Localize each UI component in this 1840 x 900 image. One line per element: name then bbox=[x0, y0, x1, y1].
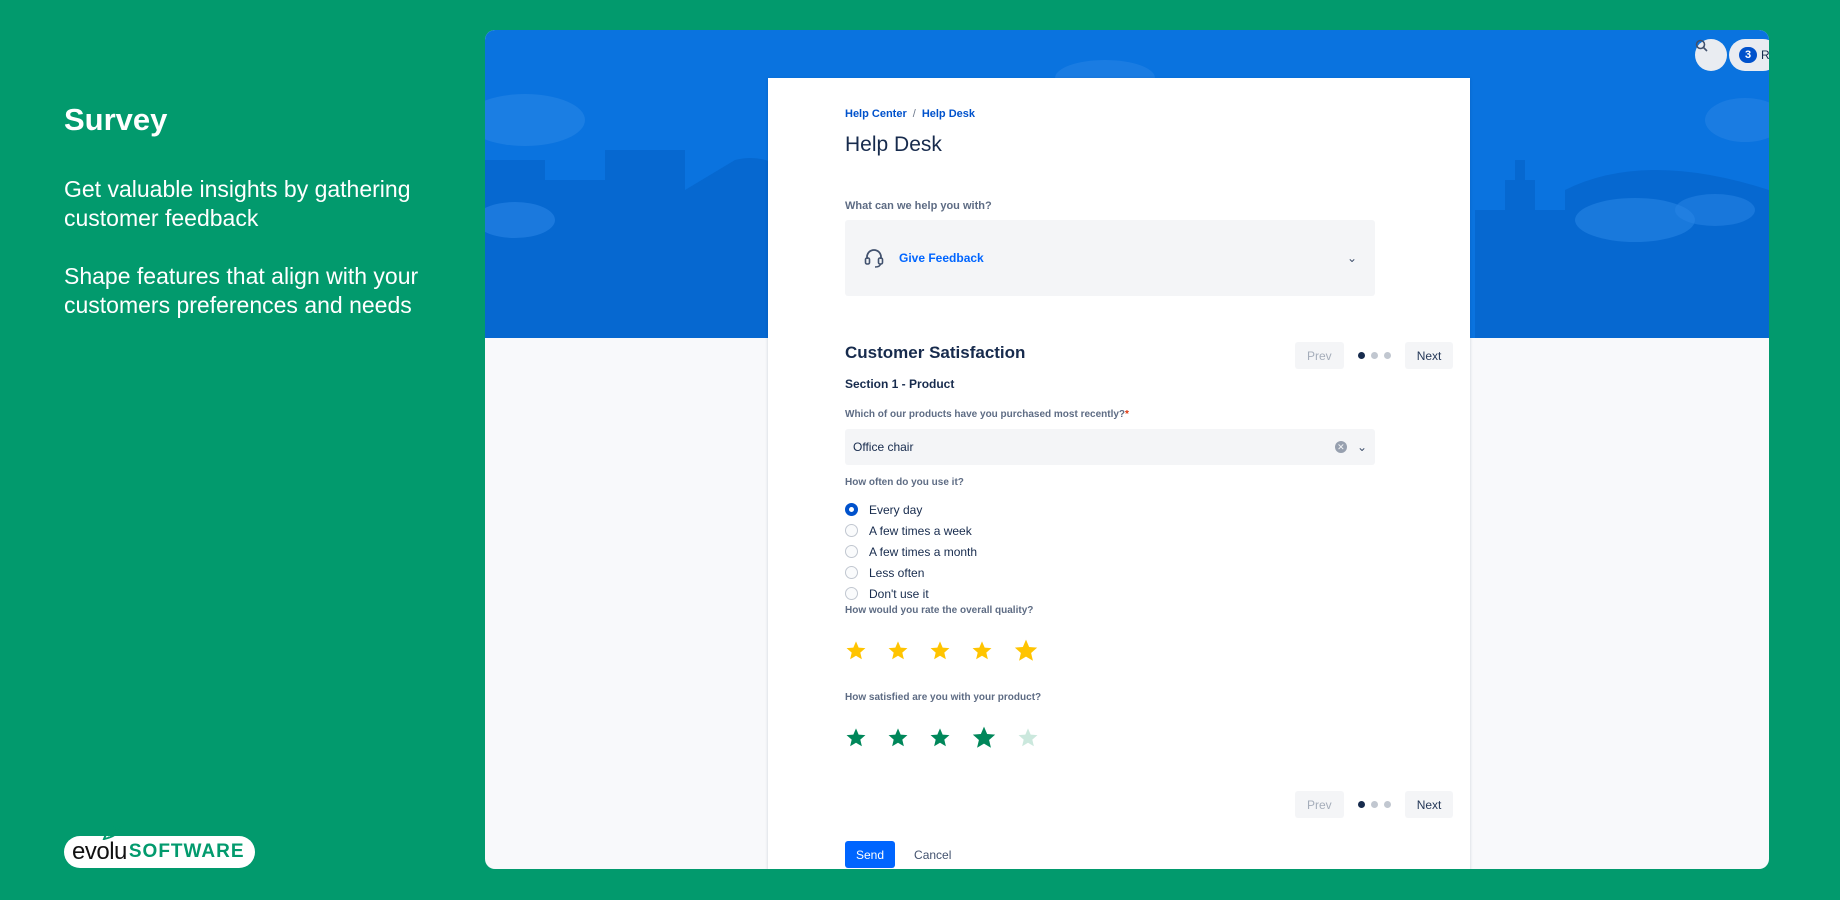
star-icon[interactable] bbox=[1017, 727, 1039, 749]
page-title: Help Desk bbox=[845, 133, 942, 156]
star-icon[interactable] bbox=[929, 640, 951, 662]
page-dot[interactable] bbox=[1370, 801, 1378, 808]
page-indicator bbox=[1355, 352, 1394, 359]
page-indicator bbox=[1355, 801, 1394, 808]
radio-button[interactable] bbox=[845, 545, 858, 558]
promo-paragraph-features: Shape features that align with your cust… bbox=[64, 263, 419, 318]
requests-label: R bbox=[1761, 48, 1769, 62]
star-icon[interactable] bbox=[887, 640, 909, 662]
satisfaction-question-label: How satisfied are you with your product? bbox=[845, 692, 1042, 703]
logo-software-text: SOFTWARE bbox=[128, 841, 245, 862]
required-mark: * bbox=[1125, 409, 1129, 420]
request-form-card: Help Center / Help Desk Help Desk What can… bbox=[768, 78, 1470, 869]
page-dot[interactable] bbox=[1357, 801, 1365, 808]
star-icon[interactable] bbox=[887, 727, 909, 749]
satisfaction-star-rating bbox=[845, 725, 1375, 751]
breadcrumb: Help Center / Help Desk bbox=[845, 108, 1375, 120]
breadcrumb-help-center[interactable]: Help Center bbox=[845, 108, 907, 120]
prev-button[interactable]: Prev bbox=[1295, 791, 1344, 818]
next-button[interactable]: Next bbox=[1404, 791, 1454, 818]
request-type-value: Give Feedback bbox=[899, 251, 984, 265]
star-icon[interactable] bbox=[971, 640, 993, 662]
radio-option[interactable]: Don't use it bbox=[845, 583, 1375, 604]
star-icon[interactable] bbox=[845, 727, 867, 749]
star-icon[interactable] bbox=[929, 727, 951, 749]
send-button[interactable]: Send bbox=[845, 841, 896, 868]
breadcrumb-help-desk[interactable]: Help Desk bbox=[922, 108, 975, 120]
star-icon[interactable] bbox=[845, 640, 867, 662]
section-title: Section 1 - Product bbox=[845, 377, 955, 391]
leaf-icon bbox=[102, 824, 126, 840]
request-type-select[interactable]: Give Feedback ⌄ bbox=[845, 220, 1375, 296]
chevron-down-icon[interactable]: ⌄ bbox=[1357, 440, 1367, 454]
usage-question-label: How often do you use it? bbox=[845, 477, 964, 488]
radio-label: A few times a month bbox=[869, 544, 978, 559]
radio-button[interactable] bbox=[845, 587, 858, 600]
radio-option[interactable]: A few times a month bbox=[845, 541, 1375, 562]
survey-pager-top: Prev Next bbox=[1295, 342, 1454, 369]
cancel-button[interactable]: Cancel bbox=[906, 848, 959, 862]
radio-option[interactable]: Less often bbox=[845, 562, 1375, 583]
chevron-down-icon: ⌄ bbox=[1346, 251, 1357, 265]
radio-label: A few times a week bbox=[869, 523, 972, 538]
survey-pager-bottom: Prev Next bbox=[1295, 791, 1454, 818]
radio-option[interactable]: A few times a week bbox=[845, 520, 1375, 541]
promo-paragraph-insights: Get valuable insights by gathering custo… bbox=[64, 176, 411, 231]
page-dot[interactable] bbox=[1383, 352, 1391, 359]
page-dot[interactable] bbox=[1370, 352, 1378, 359]
radio-label: Less often bbox=[869, 565, 925, 580]
quality-question-label: How would you rate the overall quality? bbox=[845, 605, 1034, 616]
logo-evolu-text: evolu bbox=[72, 824, 127, 866]
headset-icon bbox=[864, 249, 884, 268]
star-icon[interactable] bbox=[1013, 638, 1039, 664]
requests-button[interactable]: 3 R bbox=[1729, 39, 1769, 71]
product-select[interactable]: Office chair ✕ ⌄ bbox=[845, 429, 1375, 465]
evolu-software-logo: evolu SOFTWARE bbox=[64, 824, 255, 868]
clear-icon[interactable]: ✕ bbox=[1334, 441, 1347, 453]
radio-button[interactable] bbox=[845, 524, 858, 537]
product-question-label: Which of our products have you purchased… bbox=[845, 409, 1129, 420]
prev-button[interactable]: Prev bbox=[1295, 342, 1344, 369]
help-center-window: 3 R Help Center / Help Desk Help Desk What… bbox=[485, 30, 1769, 869]
breadcrumb-separator: / bbox=[912, 108, 916, 120]
notification-count-badge: 3 bbox=[1739, 47, 1757, 63]
search-icon bbox=[1695, 39, 1708, 52]
radio-option[interactable]: Every day bbox=[845, 499, 1375, 520]
request-type-label: What can we help you with? bbox=[845, 200, 992, 212]
page-dot[interactable] bbox=[1383, 801, 1391, 808]
page-dot[interactable] bbox=[1357, 352, 1365, 359]
usage-radio-group: Every day A few times a week A few times… bbox=[845, 499, 1375, 604]
product-select-value: Office chair bbox=[853, 440, 914, 454]
radio-label: Don't use it bbox=[869, 586, 929, 601]
search-button[interactable] bbox=[1695, 39, 1727, 71]
star-icon[interactable] bbox=[971, 725, 997, 751]
radio-button[interactable] bbox=[845, 566, 858, 579]
next-button[interactable]: Next bbox=[1404, 342, 1454, 369]
promo-title: Survey bbox=[64, 102, 168, 137]
radio-label: Every day bbox=[869, 502, 923, 517]
form-actions: Send Cancel bbox=[845, 841, 1375, 868]
radio-button[interactable] bbox=[845, 503, 858, 516]
quality-star-rating bbox=[845, 638, 1375, 664]
